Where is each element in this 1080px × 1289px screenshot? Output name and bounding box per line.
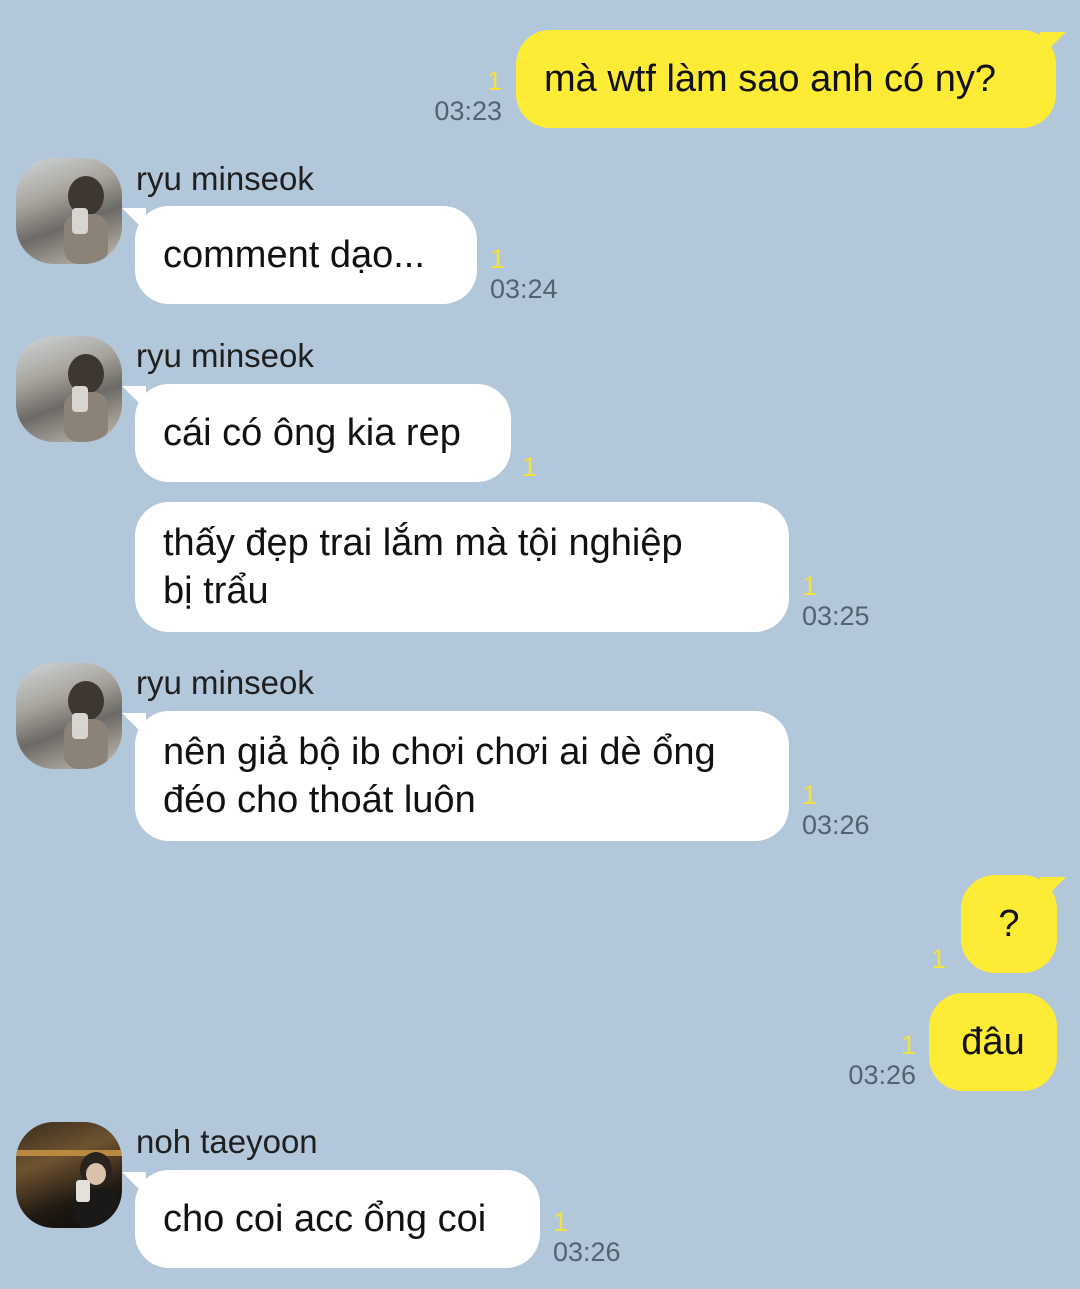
avatar-ryu-minseok[interactable] [16,336,122,442]
message-meta: 1 03:26 [848,1030,916,1090]
timestamp: 03:24 [490,274,558,304]
incoming-message[interactable]: thấy đẹp trai lắm mà tội nghiệp bị trẩu [135,502,789,632]
outgoing-message[interactable]: đâu [929,993,1057,1091]
sender-name: ryu minseok [136,160,314,197]
message-meta: 1 03:24 [490,244,558,304]
unread-count: 1 [930,944,946,974]
chat-area: 1 03:23 mà wtf làm sao anh có ny? ryu mi… [0,0,1080,1289]
message-line: thấy đẹp trai lắm mà tội nghiệp [163,522,683,564]
message-text: ? [998,903,1020,945]
incoming-message[interactable]: comment dạo... [135,206,477,304]
avatar-photo-icon [64,354,108,442]
outgoing-message[interactable]: mà wtf làm sao anh có ny? [516,30,1056,128]
bubble-tail [122,386,146,410]
message-text: comment dạo... [163,234,425,276]
timestamp: 03:26 [553,1237,621,1267]
message-line: đéo cho thoát luôn [163,779,476,821]
message-meta: 1 03:23 [434,66,502,126]
sender-name: noh taeyoon [136,1123,318,1160]
unread-count: 1 [486,66,502,96]
incoming-message[interactable]: cái có ông kia rep [135,384,511,482]
avatar-ryu-minseok[interactable] [16,663,122,769]
sender-name: ryu minseok [136,664,314,701]
unread-count: 1 [900,1030,916,1060]
unread-count: 1 [802,571,818,601]
bubble-tail [122,208,146,232]
message-text: mà wtf làm sao anh có ny? [544,58,996,100]
avatar-photo-icon [64,176,108,264]
avatar-ryu-minseok[interactable] [16,158,122,264]
message-text: đâu [961,1021,1025,1063]
sender-name: ryu minseok [136,337,314,374]
timestamp: 03:25 [802,601,870,631]
avatar-photo-icon [16,1150,122,1228]
timestamp: 03:26 [802,810,870,840]
message-meta: 1 03:25 [802,571,870,631]
unread-count: 1 [490,244,506,274]
avatar-photo-icon [64,681,108,769]
timestamp: 03:26 [848,1060,916,1090]
message-text: cái có ông kia rep [163,412,461,454]
message-line: bị trẩu [163,570,269,612]
timestamp: 03:23 [434,96,502,126]
message-text: cho coi acc ổng coi [163,1198,487,1240]
incoming-message[interactable]: nên giả bộ ib chơi chơi ai dè ổng đéo ch… [135,711,789,841]
unread-count: 1 [522,452,538,482]
avatar-noh-taeyoon[interactable] [16,1122,122,1228]
message-meta: 1 03:26 [802,780,870,840]
message-line: nên giả bộ ib chơi chơi ai dè ổng [163,731,716,773]
unread-count: 1 [802,780,818,810]
message-meta: 1 03:26 [553,1207,621,1267]
message-meta: 1 [931,944,946,974]
unread-count: 1 [553,1207,569,1237]
message-meta: 1 [522,452,537,482]
incoming-message[interactable]: cho coi acc ổng coi [135,1170,540,1268]
